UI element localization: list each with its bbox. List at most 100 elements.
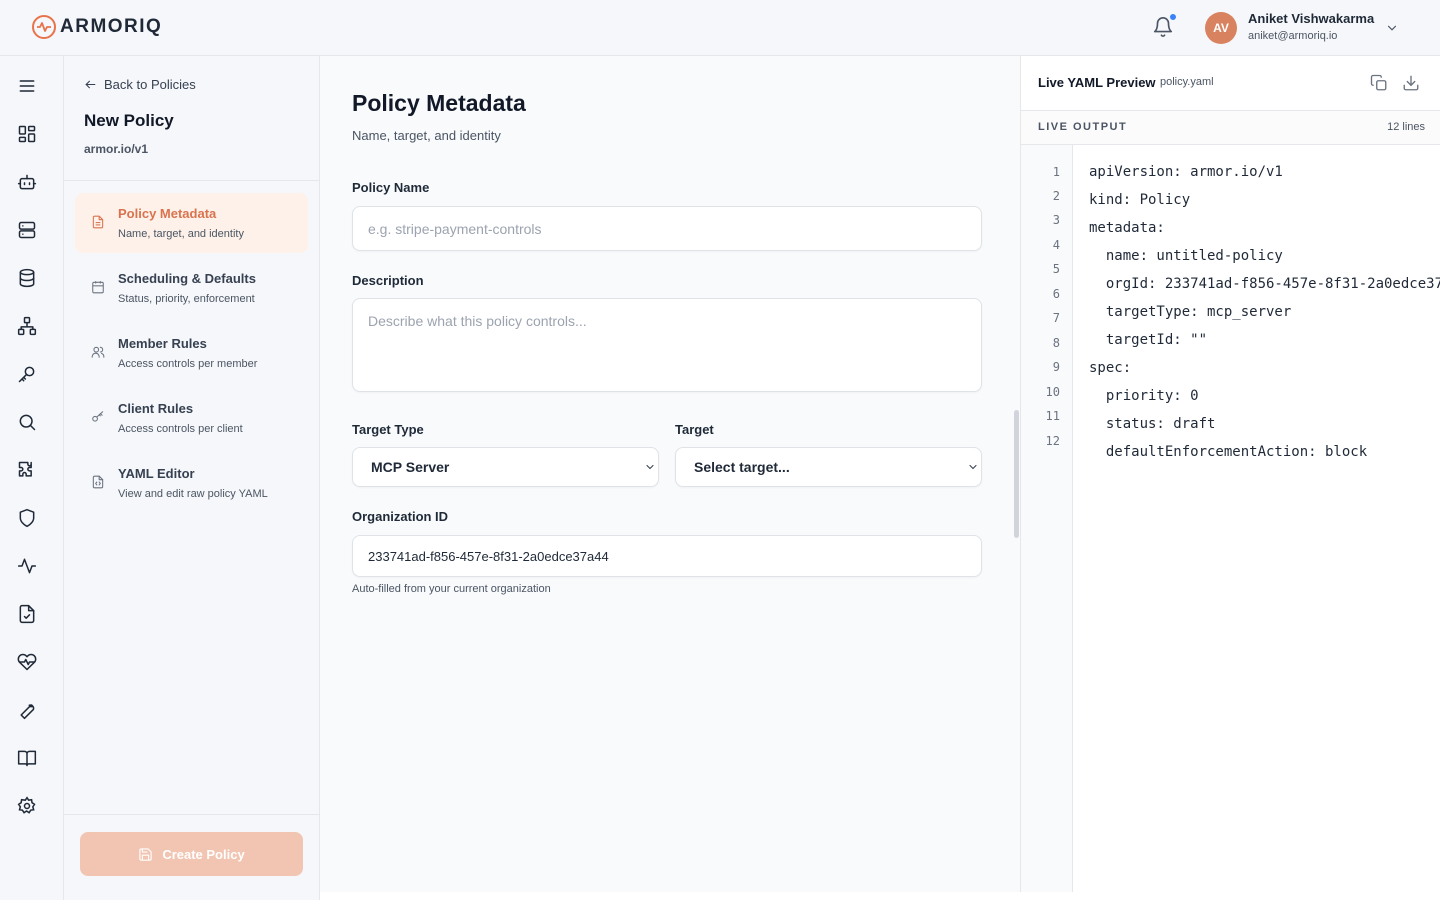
line-number: 12	[1045, 434, 1060, 448]
live-output-label: LIVE OUTPUT	[1038, 121, 1128, 133]
top-bar: ARMORIQ AV Aniket Vishwakarma aniket@arm…	[0, 0, 1440, 56]
server-icon[interactable]	[16, 219, 38, 241]
line-number: 1	[1052, 165, 1060, 179]
organization-id-hint: Auto-filled from your current organizati…	[352, 583, 551, 595]
step-member-rules[interactable]: Member Rules Access controls per member	[75, 323, 308, 383]
create-policy-button[interactable]: Create Policy	[80, 832, 303, 876]
puzzle-icon[interactable]	[16, 459, 38, 481]
line-number: 3	[1052, 213, 1060, 227]
description-textarea[interactable]: Describe what this policy controls...	[352, 298, 982, 392]
user-name[interactable]: Aniket Vishwakarma	[1248, 11, 1374, 26]
step-subtitle: View and edit raw policy YAML	[118, 488, 268, 500]
step-title: Policy Metadata	[118, 206, 217, 221]
yaml-preview-title: Live YAML Preview	[1038, 75, 1156, 90]
policy-steps-sidebar: Back to Policies New Policy armor.io/v1 …	[64, 56, 320, 900]
yaml-line: name: untitled-policy	[1089, 248, 1283, 264]
activity-icon[interactable]	[16, 555, 38, 577]
step-title: Scheduling & Defaults	[118, 271, 256, 286]
step-policy-metadata[interactable]: Policy Metadata Name, target, and identi…	[75, 193, 308, 253]
page-subtitle: Name, target, and identity	[352, 128, 501, 143]
copy-icon[interactable]	[1370, 74, 1388, 92]
yaml-line: status: draft	[1089, 416, 1216, 432]
description-label: Description	[352, 273, 424, 288]
calendar-icon	[92, 281, 104, 294]
yaml-line: metadata:	[1089, 220, 1165, 236]
network-icon[interactable]	[16, 315, 38, 337]
search-icon[interactable]	[16, 411, 38, 433]
brand-name: ARMORIQ	[60, 16, 163, 37]
line-number: 5	[1052, 262, 1060, 276]
organization-id-label: Organization ID	[352, 509, 449, 524]
avatar[interactable]: AV	[1205, 12, 1237, 44]
create-policy-label: Create Policy	[162, 846, 245, 862]
step-title: Client Rules	[118, 401, 194, 416]
user-email: aniket@armoriq.io	[1248, 30, 1338, 42]
logo-icon	[32, 15, 56, 39]
step-client-rules[interactable]: Client Rules Access controls per client	[75, 388, 308, 448]
policy-name-input[interactable]: e.g. stripe-payment-controls	[352, 206, 982, 251]
line-number: 10	[1045, 385, 1060, 399]
yaml-preview-header: Live YAML Preview policy.yaml	[1021, 56, 1440, 111]
yaml-line: targetType: mcp_server	[1089, 304, 1292, 320]
step-subtitle: Status, priority, enforcement	[118, 293, 255, 305]
target-select[interactable]: Select target...	[675, 447, 982, 487]
book-icon[interactable]	[16, 747, 38, 769]
notification-dot	[1169, 13, 1177, 21]
users-icon	[91, 346, 105, 358]
line-number: 11	[1045, 409, 1060, 423]
line-count: 12 lines	[1387, 121, 1425, 133]
yaml-line: orgId: 233741ad-f856-457e-8f31-2a0edce37…	[1089, 276, 1440, 292]
target-type-value: MCP Server	[371, 459, 450, 475]
bot-icon[interactable]	[16, 171, 38, 193]
divider	[64, 814, 320, 815]
target-value: Select target...	[694, 459, 790, 475]
step-subtitle: Name, target, and identity	[118, 228, 244, 240]
menu-icon[interactable]	[16, 75, 38, 97]
file-text-icon	[92, 215, 104, 229]
chevron-down-icon	[646, 464, 654, 470]
back-link-label: Back to Policies	[104, 77, 196, 92]
dashboard-icon[interactable]	[16, 123, 38, 145]
line-number: 8	[1052, 336, 1060, 350]
settings-icon[interactable]	[16, 795, 38, 817]
shield-icon[interactable]	[16, 507, 38, 529]
key-icon	[92, 411, 104, 422]
brand-logo[interactable]: ARMORIQ	[32, 15, 162, 39]
download-icon[interactable]	[1402, 74, 1420, 92]
database-icon[interactable]	[16, 267, 38, 289]
back-to-policies-link[interactable]: Back to Policies	[84, 77, 196, 92]
line-number-gutter: 1 2 3 4 5 6 7 8 9 10 11 12	[1021, 145, 1073, 892]
target-type-select[interactable]: MCP Server	[352, 447, 659, 487]
key-icon[interactable]	[16, 363, 38, 385]
icon-rail	[0, 56, 64, 900]
heart-pulse-icon[interactable]	[16, 651, 38, 673]
file-code-icon	[92, 475, 104, 489]
save-icon	[139, 847, 152, 861]
wrench-icon[interactable]	[16, 699, 38, 721]
yaml-filename: policy.yaml	[1160, 76, 1214, 88]
organization-id-input[interactable]: 233741ad-f856-457e-8f31-2a0edce37a44	[352, 535, 982, 577]
line-number: 2	[1052, 189, 1060, 203]
scrollbar[interactable]	[1014, 410, 1019, 538]
policy-title: New Policy	[84, 111, 174, 130]
divider	[64, 180, 320, 181]
yaml-line: defaultEnforcementAction: block	[1089, 444, 1368, 460]
target-type-label: Target Type	[352, 422, 424, 437]
chevron-down-icon[interactable]	[1385, 21, 1399, 35]
yaml-code[interactable]: apiVersion: armor.io/v1 kind: Policy met…	[1073, 145, 1440, 892]
yaml-line: priority: 0	[1089, 388, 1199, 404]
yaml-line: kind: Policy	[1089, 192, 1191, 208]
file-check-icon[interactable]	[16, 603, 38, 625]
page-title: Policy Metadata	[352, 90, 526, 116]
target-label: Target	[675, 422, 714, 437]
api-version: armor.io/v1	[84, 142, 149, 156]
line-number: 9	[1052, 360, 1060, 374]
chevron-down-icon	[969, 464, 977, 470]
line-number: 4	[1052, 238, 1060, 252]
policy-name-label: Policy Name	[352, 180, 430, 195]
yaml-line: spec:	[1089, 360, 1132, 376]
step-yaml-editor[interactable]: YAML Editor View and edit raw policy YAM…	[75, 453, 308, 513]
line-number: 7	[1052, 311, 1060, 325]
yaml-line: apiVersion: armor.io/v1	[1089, 164, 1283, 180]
step-scheduling-defaults[interactable]: Scheduling & Defaults Status, priority, …	[75, 258, 308, 318]
